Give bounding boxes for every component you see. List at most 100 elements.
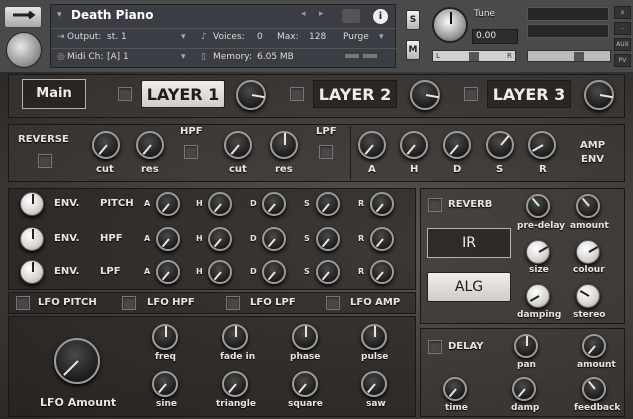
layer2-volume-knob[interactable] [410,80,440,110]
volume-handle[interactable] [574,52,584,61]
lfo-freq-knob[interactable] [152,324,178,350]
close-button[interactable]: x [614,6,631,19]
reverb-size-knob[interactable] [526,240,550,264]
env-lpf-h-knob[interactable] [208,260,232,284]
pv-button[interactable]: PV [614,54,631,67]
amp-decay-knob[interactable] [443,131,471,159]
env-lpf-s-knob[interactable] [316,260,340,284]
env-pitch-s-knob[interactable] [316,192,340,216]
env-hpf-s-knob[interactable] [316,227,340,251]
env-hpf-amount-knob[interactable] [20,227,44,251]
mute-button[interactable]: M [406,40,420,60]
lfo-pitch-checkbox[interactable] [16,296,30,310]
delay-feedback-knob[interactable] [582,377,606,401]
reverb-pre-delay-knob[interactable] [526,194,550,218]
delay-time-knob[interactable] [443,377,467,401]
delay-checkbox[interactable] [428,340,442,354]
reverb-amount-knob[interactable] [576,194,600,218]
main-button[interactable]: Main [22,79,86,109]
output-value[interactable]: st. 1 [107,32,127,42]
lfo-pitch-tab[interactable]: LFO PITCH [38,297,97,308]
pan-slider[interactable]: L R [432,50,516,62]
lfo-square-knob[interactable] [292,371,318,397]
output-icon: ⇥ [57,32,65,42]
env-pitch-d-knob[interactable] [262,192,286,216]
instrument-name[interactable]: Death Piano [71,8,153,22]
env-lpf-r-knob[interactable] [370,260,394,284]
solo-button[interactable]: S [406,10,420,30]
lfo-saw-knob[interactable] [361,371,387,397]
reverb-ir-button[interactable]: IR [427,228,511,258]
midi-value[interactable]: [A] 1 [107,52,129,62]
lfo-sine-knob[interactable] [152,371,178,397]
tune-value[interactable]: 0.00 [472,29,518,44]
layer3-volume-knob[interactable] [584,80,614,110]
layer2-tab[interactable]: LAYER 2 [313,80,397,108]
hpf-cut-knob[interactable] [92,131,120,159]
prev-arrow-icon[interactable]: ◂ [301,9,306,19]
env-hpf-r-knob[interactable] [370,227,394,251]
lfo-triangle-knob[interactable] [222,371,248,397]
lfo-lpf-checkbox[interactable] [226,296,240,310]
max-value[interactable]: 128 [309,32,326,42]
output-dropdown-icon[interactable]: ▾ [181,32,186,42]
lpf-checkbox[interactable] [319,145,333,159]
tune-knob[interactable] [432,7,468,43]
layer3-tab[interactable]: LAYER 3 [487,80,571,108]
lfo-lpf-tab[interactable]: LFO LPF [250,297,296,308]
aux-button[interactable]: AUX [614,38,631,51]
lfo-hpf-tab[interactable]: LFO HPF [147,297,195,308]
camera-icon[interactable] [342,9,360,23]
lpf-res-knob[interactable] [270,131,298,159]
reverb-damping-knob[interactable] [526,284,550,308]
env-lpf-a-knob[interactable] [156,260,180,284]
midi-dropdown-icon[interactable]: ▾ [181,52,186,62]
reverse-checkbox[interactable] [38,154,52,168]
env-hpf-h-knob[interactable] [208,227,232,251]
instrument-logo[interactable] [6,32,42,68]
layer3-checkbox[interactable] [464,87,478,101]
env-lpf-d-knob[interactable] [262,260,286,284]
amp-hold-knob[interactable] [400,131,428,159]
lpf-cut-knob[interactable] [224,131,252,159]
lfo-fade-in-knob[interactable] [222,324,248,350]
purge-label[interactable]: Purge [343,32,369,42]
reverb-stereo-knob[interactable] [576,284,600,308]
minimize-button[interactable]: - [614,22,631,35]
layer2-checkbox[interactable] [290,87,304,101]
purge-dropdown-icon[interactable]: ▾ [379,32,384,42]
layer1-tab[interactable]: LAYER 1 [141,80,225,108]
env-pitch-amount-knob[interactable] [20,192,44,216]
delay-pan-knob[interactable] [514,334,538,358]
amp-sustain-knob[interactable] [486,131,514,159]
lfo-amp-checkbox[interactable] [326,296,340,310]
wrench-icon[interactable] [4,6,42,28]
reverb-checkbox[interactable] [428,198,442,212]
hpf-checkbox[interactable] [184,145,198,159]
layer1-volume-knob[interactable] [236,80,266,110]
env-pitch-r-knob[interactable] [370,192,394,216]
amp-release-knob[interactable] [528,131,556,159]
delay-damp-knob[interactable] [512,377,536,401]
layer1-checkbox[interactable] [118,87,132,101]
env-lpf-amount-knob[interactable] [20,260,44,284]
env-hpf-a-knob[interactable] [156,227,180,251]
env-hpf-d-knob[interactable] [262,227,286,251]
lfo-amount-knob[interactable] [54,338,100,384]
lfo-amp-tab[interactable]: LFO AMP [350,297,400,308]
amp-attack-knob[interactable] [358,131,386,159]
hpf-res-knob[interactable] [136,131,164,159]
dropdown-arrow-icon[interactable]: ▾ [57,10,62,20]
env-pitch-h-knob[interactable] [208,192,232,216]
info-icon[interactable]: i [373,9,388,24]
reverb-colour-knob[interactable] [576,240,600,264]
env-pitch-a-knob[interactable] [156,192,180,216]
pan-handle[interactable] [469,52,479,61]
reverb-alg-button[interactable]: ALG [427,272,511,302]
next-arrow-icon[interactable]: ▸ [319,9,324,19]
lfo-phase-knob[interactable] [292,324,318,350]
lfo-pulse-knob[interactable] [361,324,387,350]
lfo-hpf-checkbox[interactable] [122,296,136,310]
delay-amount-knob[interactable] [582,334,606,358]
volume-slider[interactable] [527,50,611,62]
